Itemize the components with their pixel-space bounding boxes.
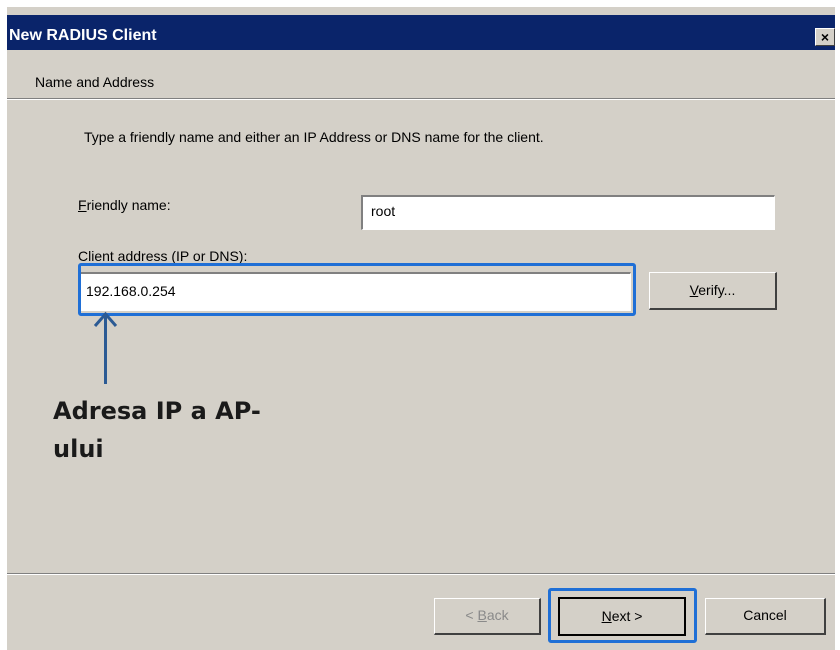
close-icon: × <box>820 29 830 45</box>
verify-button[interactable]: Verify... <box>649 272 777 310</box>
arrow-up-icon <box>93 311 118 327</box>
annotation-line-2: ului <box>53 435 104 463</box>
client-address-label: Client address (IP or DNS): <box>78 248 248 264</box>
title-bar[interactable]: New RADIUS Client × <box>7 15 835 50</box>
next-button[interactable]: Next > <box>558 597 686 636</box>
client-address-field[interactable]: 192.168.0.254 <box>79 272 631 311</box>
client-address-value: 192.168.0.254 <box>86 283 176 299</box>
close-button[interactable]: × <box>815 28 835 46</box>
section-title: Name and Address <box>35 74 155 90</box>
annotation-line-1: Adresa IP a AP- <box>53 397 261 425</box>
cancel-button[interactable]: Cancel <box>705 598 826 635</box>
dialog-window: New RADIUS Client × Name and Address Typ… <box>7 7 835 650</box>
friendly-name-value: root <box>371 203 396 219</box>
footer-separator <box>7 573 835 575</box>
annotation-callout: Adresa IP a AP- ului <box>53 392 261 468</box>
friendly-name-field[interactable]: root <box>361 195 775 230</box>
friendly-name-label: Friendly name: <box>78 197 171 213</box>
header-separator <box>7 98 835 100</box>
back-button[interactable]: < Back <box>434 598 541 635</box>
window-title: New RADIUS Client <box>9 27 157 44</box>
instruction-text: Type a friendly name and either an IP Ad… <box>84 129 544 145</box>
